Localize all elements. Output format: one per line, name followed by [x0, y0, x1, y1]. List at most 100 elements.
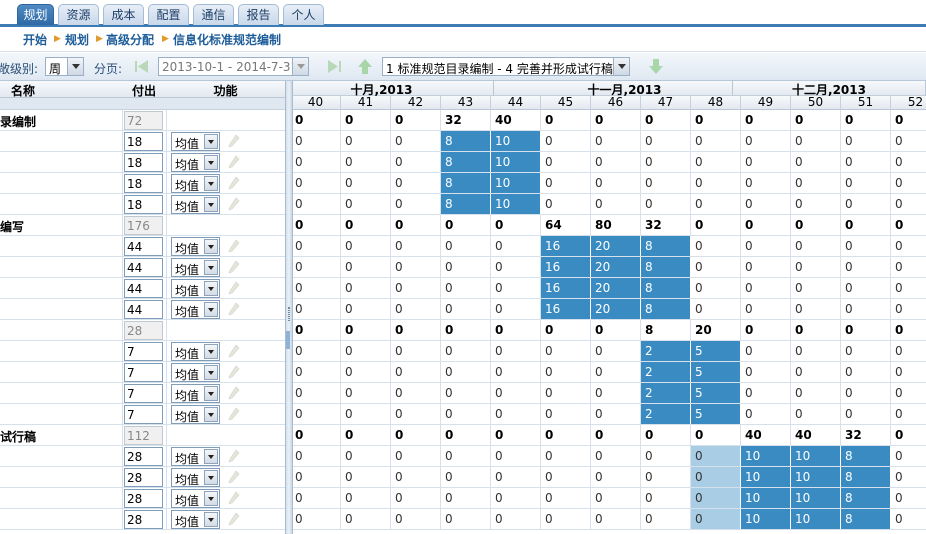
output-field[interactable]: 18 [124, 132, 163, 151]
summary-row[interactable]: 录编制 72 [0, 110, 285, 131]
allocation-cell[interactable]: 0 [491, 509, 541, 529]
allocation-cell[interactable]: 0 [591, 194, 641, 214]
summary-row[interactable]: 编写 176 [0, 215, 285, 236]
chevron-down-icon[interactable] [204, 155, 218, 170]
chevron-down-icon[interactable] [204, 281, 218, 296]
allocation-cell[interactable]: 8 [641, 278, 691, 298]
allocation-cell[interactable]: 20 [591, 278, 641, 298]
allocation-cell[interactable]: 0 [293, 404, 341, 424]
resource-row[interactable]: 44 均值 [0, 236, 285, 257]
chevron-down-icon[interactable] [204, 386, 218, 401]
allocation-cell[interactable]: 0 [341, 488, 391, 508]
allocation-cell[interactable]: 0 [791, 404, 841, 424]
allocation-cell[interactable]: 0 [341, 362, 391, 382]
chevron-down-icon[interactable] [67, 58, 83, 75]
chevron-down-icon[interactable] [204, 512, 218, 527]
allocation-cell[interactable]: 0 [441, 236, 491, 256]
resource-row[interactable]: 7 均值 [0, 341, 285, 362]
allocation-cell[interactable]: 0 [741, 383, 791, 403]
chevron-down-icon[interactable] [204, 470, 218, 485]
allocation-cell[interactable]: 0 [341, 299, 391, 319]
allocation-cell[interactable]: 16 [541, 257, 591, 277]
resource-row[interactable]: 7 均值 [0, 404, 285, 425]
allocation-cell[interactable]: 0 [341, 236, 391, 256]
allocation-cell[interactable]: 0 [691, 131, 741, 151]
allocation-cell[interactable]: 0 [691, 257, 741, 277]
resource-row[interactable]: 44 均值 [0, 278, 285, 299]
output-field[interactable]: 28 [124, 510, 163, 529]
chevron-down-icon[interactable] [204, 407, 218, 422]
resource-row[interactable]: 18 均值 [0, 194, 285, 215]
edit-icon[interactable] [228, 344, 241, 359]
function-select[interactable]: 均值 [171, 237, 220, 256]
allocation-cell[interactable]: 0 [541, 152, 591, 172]
allocation-cell[interactable]: 0 [741, 341, 791, 361]
resource-row[interactable]: 18 均值 [0, 152, 285, 173]
summary-row[interactable]: 试行稿 112 [0, 425, 285, 446]
allocation-cell[interactable]: 0 [391, 299, 441, 319]
allocation-cell[interactable]: 20 [591, 236, 641, 256]
resource-row[interactable]: 28 均值 [0, 488, 285, 509]
output-field[interactable]: 44 [124, 279, 163, 298]
chevron-down-icon[interactable] [204, 176, 218, 191]
allocation-cell[interactable]: 16 [541, 278, 591, 298]
allocation-cell[interactable]: 0 [441, 257, 491, 277]
allocation-cell[interactable]: 0 [841, 257, 891, 277]
function-select[interactable]: 均值 [171, 447, 220, 466]
allocation-cell[interactable]: 0 [293, 341, 341, 361]
allocation-cell[interactable]: 0 [441, 509, 491, 529]
allocation-cell[interactable]: 0 [391, 236, 441, 256]
allocation-cell[interactable]: 8 [441, 131, 491, 151]
allocation-cell[interactable]: 0 [841, 131, 891, 151]
allocation-cell[interactable]: 0 [293, 446, 341, 466]
allocation-cell[interactable]: 0 [293, 383, 341, 403]
allocation-cell[interactable]: 0 [691, 236, 741, 256]
chevron-down-icon[interactable] [613, 58, 629, 75]
edit-icon[interactable] [228, 491, 241, 506]
allocation-cell[interactable]: 0 [741, 236, 791, 256]
allocation-cell[interactable]: 0 [293, 362, 341, 382]
edit-icon[interactable] [228, 470, 241, 485]
function-select[interactable]: 均值 [171, 468, 220, 487]
allocation-cell[interactable]: 0 [641, 152, 691, 172]
function-select[interactable]: 均值 [171, 174, 220, 193]
allocation-cell[interactable]: 0 [841, 278, 891, 298]
allocation-cell[interactable]: 0 [641, 488, 691, 508]
allocation-cell[interactable]: 0 [641, 131, 691, 151]
allocation-cell[interactable]: 0 [641, 467, 691, 487]
allocation-cell[interactable]: 16 [541, 236, 591, 256]
allocation-cell[interactable]: 0 [591, 131, 641, 151]
allocation-cell[interactable]: 0 [541, 173, 591, 193]
edit-icon[interactable] [228, 302, 241, 317]
allocation-cell[interactable]: 10 [491, 152, 541, 172]
function-select[interactable]: 均值 [171, 489, 220, 508]
allocation-cell[interactable]: 5 [691, 383, 741, 403]
allocation-cell[interactable]: 0 [591, 404, 641, 424]
allocation-cell[interactable]: 8 [441, 194, 491, 214]
edit-icon[interactable] [228, 512, 241, 527]
allocation-cell[interactable]: 8 [841, 488, 891, 508]
allocation-cell[interactable]: 0 [341, 341, 391, 361]
resource-row[interactable]: 7 均值 [0, 383, 285, 404]
output-field[interactable]: 18 [124, 153, 163, 172]
function-select[interactable]: 均值 [171, 384, 220, 403]
allocation-cell[interactable]: 0 [391, 446, 441, 466]
allocation-cell[interactable]: 0 [441, 383, 491, 403]
allocation-cell[interactable]: 0 [391, 509, 441, 529]
allocation-cell[interactable]: 0 [491, 467, 541, 487]
allocation-cell[interactable]: 0 [791, 383, 841, 403]
allocation-cell[interactable]: 0 [741, 278, 791, 298]
allocation-cell[interactable]: 0 [391, 341, 441, 361]
resource-row[interactable]: 44 均值 [0, 257, 285, 278]
function-select[interactable]: 均值 [171, 300, 220, 319]
tab-0[interactable]: 规划 [17, 4, 54, 25]
allocation-cell[interactable]: 0 [741, 257, 791, 277]
allocation-cell[interactable]: 0 [293, 173, 341, 193]
allocation-cell[interactable]: 0 [741, 194, 791, 214]
resource-row[interactable]: 44 均值 [0, 299, 285, 320]
allocation-cell[interactable]: 5 [691, 404, 741, 424]
allocation-cell[interactable]: 0 [641, 194, 691, 214]
allocation-cell[interactable]: 0 [741, 362, 791, 382]
allocation-cell[interactable]: 0 [441, 341, 491, 361]
function-select[interactable]: 均值 [171, 132, 220, 151]
